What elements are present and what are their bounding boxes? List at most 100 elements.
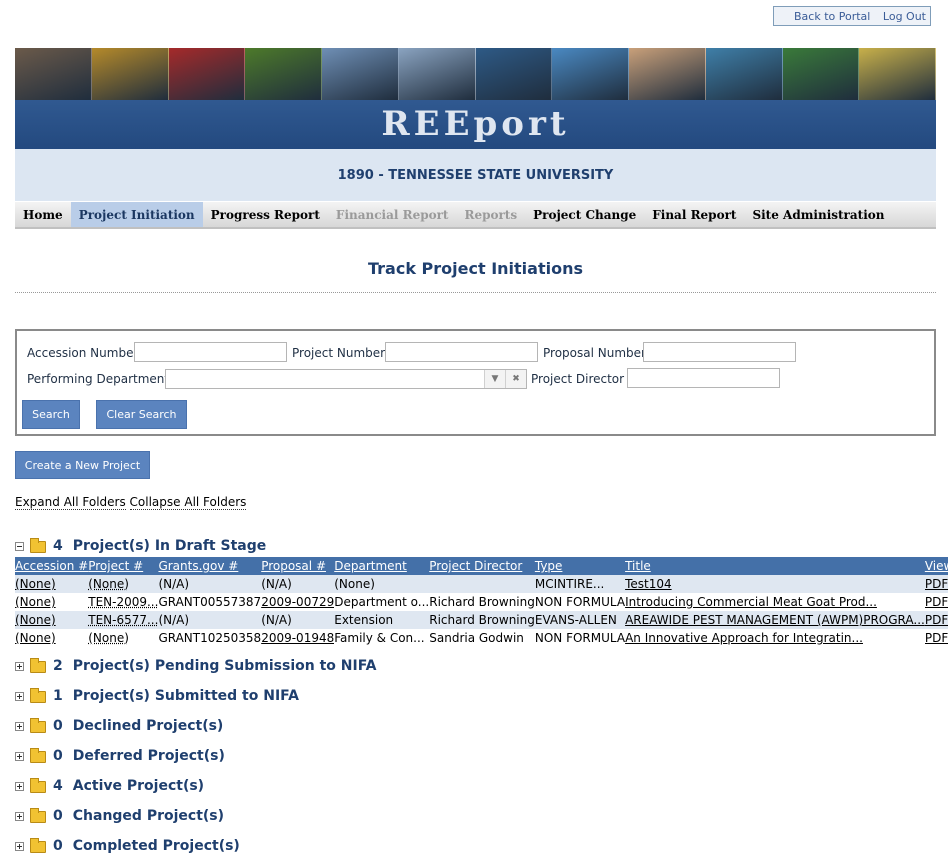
expand-icon[interactable] <box>15 661 24 671</box>
department-cell: Department o... <box>334 595 430 609</box>
accession-link[interactable]: (None) <box>15 613 56 627</box>
group-count: 0 <box>53 838 63 854</box>
back-to-portal-link[interactable]: Back to Portal <box>794 10 870 23</box>
group-completed[interactable]: 0 Completed Project(s) <box>15 838 240 854</box>
col-type[interactable]: Type <box>534 557 626 575</box>
col-director[interactable]: Project Director <box>429 557 535 575</box>
group-changed[interactable]: 0 Changed Project(s) <box>15 808 224 824</box>
col-department[interactable]: Department <box>334 557 430 575</box>
col-accession[interactable]: Accession # <box>15 557 89 575</box>
nav-home[interactable]: Home <box>15 202 71 227</box>
expand-all-folders-link[interactable]: Expand All Folders <box>15 495 126 510</box>
folder-icon <box>30 748 46 763</box>
collapse-all-folders-link[interactable]: Collapse All Folders <box>129 495 247 510</box>
project-director-input[interactable] <box>627 368 780 388</box>
create-new-project-button[interactable]: Create a New Project <box>15 451 150 479</box>
department-cell: (None) <box>334 575 430 593</box>
banner-photo <box>15 48 92 100</box>
grants-gov-cell: GRANT10250358 <box>158 631 262 645</box>
expand-icon[interactable] <box>15 721 24 731</box>
pdf-link[interactable]: PDF <box>925 631 948 645</box>
nav-reports: Reports <box>464 207 518 222</box>
group-label: Deferred Project(s) <box>72 748 225 764</box>
group-pending-submission[interactable]: 2 Project(s) Pending Submission to NIFA <box>15 658 377 674</box>
accession-link[interactable]: (None) <box>15 577 56 591</box>
title-link[interactable]: Introducing Commercial Meat Goat Prod... <box>625 595 877 609</box>
director-cell <box>429 575 535 593</box>
banner-photo <box>782 48 860 100</box>
nav-project-initiation[interactable]: Project Initiation <box>70 202 203 227</box>
proposal-link[interactable]: 2009-00729 <box>261 595 334 609</box>
group-declined[interactable]: 0 Declined Project(s) <box>15 718 223 734</box>
project-link[interactable]: (None) <box>88 631 129 645</box>
expand-icon[interactable] <box>15 811 24 821</box>
folder-icon <box>30 688 46 703</box>
group-label: Project(s) In Draft Stage <box>72 538 267 554</box>
director-cell: Richard Browning <box>429 611 535 629</box>
nav-site-administration[interactable]: Site Administration <box>744 202 892 227</box>
banner-photo <box>245 48 322 100</box>
search-panel: Accession Number Project Number Proposal… <box>15 329 936 436</box>
group-label: Project(s) Pending Submission to NIFA <box>72 658 377 674</box>
photo-strip <box>15 48 936 100</box>
pdf-link[interactable]: PDF <box>925 595 948 609</box>
title-link[interactable]: AREAWIDE PEST MANAGEMENT (AWPM)PROGRA... <box>625 613 925 627</box>
group-draft-stage[interactable]: 4 Project(s) In Draft Stage <box>15 538 266 554</box>
draft-projects-table: Accession # Project # Grants.gov # Propo… <box>15 557 948 647</box>
chevron-down-icon[interactable]: ▼ <box>484 370 505 388</box>
group-submitted[interactable]: 1 Project(s) Submitted to NIFA <box>15 688 299 704</box>
banner-photo <box>322 48 399 100</box>
table-row: (None) (None) GRANT10250358 2009-01948 F… <box>15 629 948 647</box>
col-title[interactable]: Title <box>625 557 925 575</box>
proposal-number-label: Proposal Number <box>543 346 646 360</box>
title-link[interactable]: Test104 <box>625 577 672 591</box>
nav-project-change[interactable]: Project Change <box>525 202 644 227</box>
group-active[interactable]: 4 Active Project(s) <box>15 778 204 794</box>
clear-search-button[interactable]: Clear Search <box>96 400 187 429</box>
collapse-icon[interactable] <box>15 541 24 551</box>
accession-link[interactable]: (None) <box>15 595 56 609</box>
department-cell: Family & Con... <box>334 631 425 645</box>
nav-final-report[interactable]: Final Report <box>644 202 744 227</box>
nav-progress-report[interactable]: Progress Report <box>203 202 328 227</box>
grants-gov-cell: GRANT00557387 <box>158 595 262 609</box>
expand-icon[interactable] <box>15 781 24 791</box>
accession-number-label: Accession Number <box>27 346 139 360</box>
proposal-number-input[interactable] <box>643 342 796 362</box>
group-deferred[interactable]: 0 Deferred Project(s) <box>15 748 225 764</box>
project-link[interactable]: (None) <box>88 577 129 591</box>
col-proposal[interactable]: Proposal # <box>261 557 335 575</box>
type-cell: NON FORMULA <box>534 631 626 645</box>
pdf-link[interactable]: PDF <box>925 577 948 591</box>
director-cell: Richard Browning <box>429 595 535 609</box>
proposal-link[interactable]: 2009-01948 <box>261 631 334 645</box>
expand-icon[interactable] <box>15 841 24 851</box>
project-link[interactable]: TEN-6577... <box>88 613 158 627</box>
clear-icon[interactable]: ✖ <box>505 370 526 388</box>
search-button[interactable]: Search <box>22 400 80 429</box>
group-count: 0 <box>53 748 63 764</box>
banner-photo <box>168 48 246 100</box>
group-count: 2 <box>53 658 63 674</box>
banner-photo <box>629 48 706 100</box>
col-project[interactable]: Project # <box>88 557 159 575</box>
pdf-link[interactable]: PDF <box>925 613 948 627</box>
type-cell: MCINTIRE... <box>534 575 626 593</box>
accession-number-input[interactable] <box>134 342 287 362</box>
performing-department-combo: ▼ ✖ <box>165 369 527 389</box>
performing-department-input[interactable] <box>166 370 484 388</box>
expand-icon[interactable] <box>15 751 24 761</box>
title-link[interactable]: An Innovative Approach for Integratin... <box>625 631 863 645</box>
folder-icon <box>30 778 46 793</box>
accession-link[interactable]: (None) <box>15 631 56 645</box>
reeport-banner: REEport <box>15 48 936 149</box>
col-grants-gov[interactable]: Grants.gov # <box>158 557 262 575</box>
project-number-input[interactable] <box>385 342 538 362</box>
logout-link[interactable]: Log Out <box>883 10 926 23</box>
expand-icon[interactable] <box>15 691 24 701</box>
group-count: 4 <box>53 778 63 794</box>
performing-department-label: Performing Department <box>27 372 170 386</box>
col-view[interactable]: View <box>924 557 948 575</box>
proposal-cell: (N/A) <box>261 611 335 629</box>
project-link[interactable]: TEN-2009... <box>88 595 158 609</box>
